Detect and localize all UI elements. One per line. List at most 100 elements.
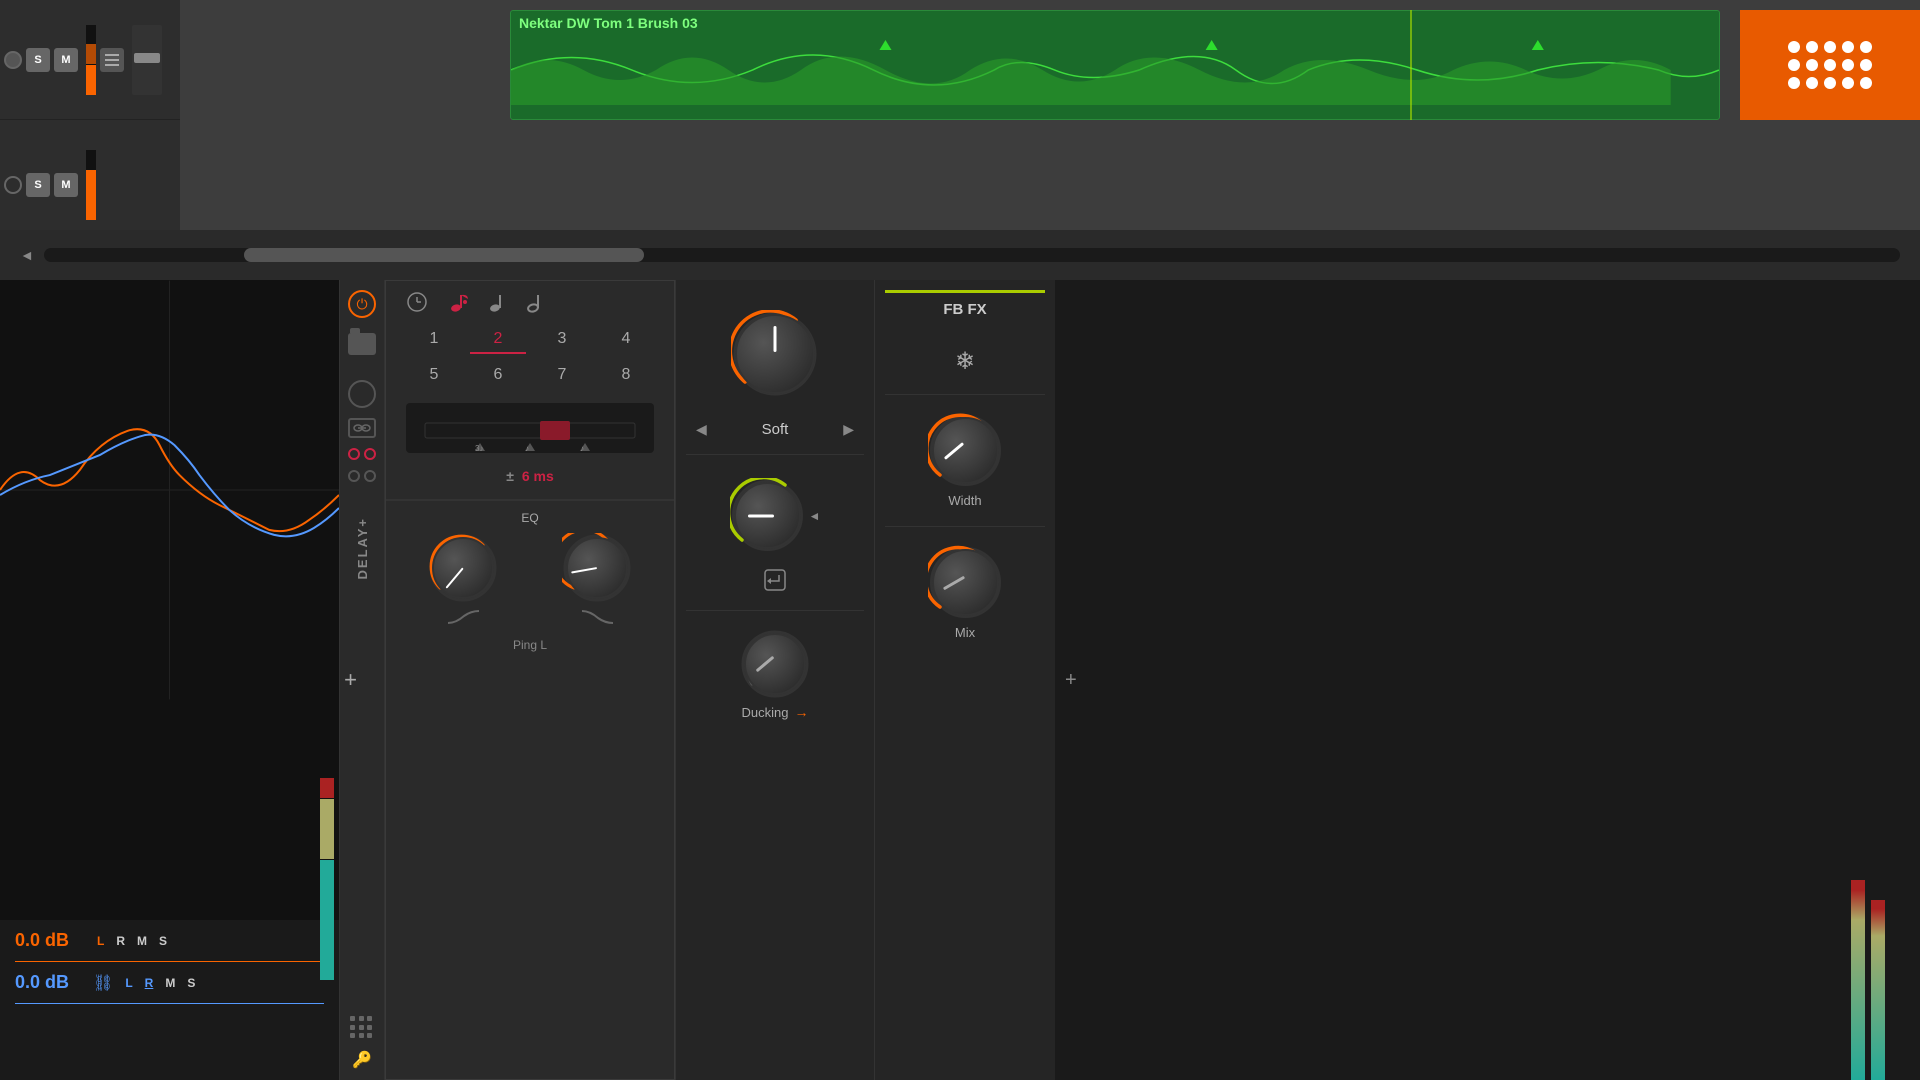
green-knob-section: ◄ [686,463,864,568]
num-btn-5[interactable]: 5 [406,362,462,388]
track-active-indicator [4,51,22,69]
dot [1824,77,1836,89]
ping-label: Ping L [396,638,664,652]
mute-button-2[interactable]: M [54,173,78,197]
width-knob-section: Width [885,403,1045,518]
width-knob[interactable] [932,417,999,484]
link-icon[interactable]: ⛓ [93,973,113,993]
dot [1806,59,1818,71]
right-level-meter [320,560,334,980]
scroll-left-arrow[interactable]: ◄ [20,247,34,263]
orange-s-btn[interactable]: S [155,932,171,950]
blue-channel-buttons: L R M S [121,974,199,992]
eq-knobs [396,533,664,603]
blue-meter-line: 0.0 dB ⛓ L R M S [15,972,324,993]
right-level-meter-1 [1851,280,1865,1080]
num-btn-4[interactable]: 4 [598,326,654,354]
orange-l-btn[interactable]: L [93,932,108,950]
solo-button-2[interactable]: S [26,173,50,197]
track-name: Nektar DW Tom 1 Brush 03 [511,11,1719,35]
note-quarter-icon[interactable] [488,291,506,313]
right-divider [885,394,1045,395]
note-half-icon[interactable] [526,291,544,313]
right-level-meter-2 [1871,280,1885,1080]
dot [1824,59,1836,71]
fb-fx-title: FB FX [943,301,986,318]
blue-l-btn[interactable]: L [121,974,136,992]
scroll-track[interactable] [44,248,1900,262]
orange-m-btn[interactable]: M [133,932,151,950]
middle-panel: ◀ Soft ▶ ◄ [675,280,875,1080]
orange-db-value: 0.0 dB [15,930,85,951]
plugin-area: ⏻ [340,280,1920,1080]
clock-icon[interactable] [406,291,428,313]
eq-curve-2 [580,608,615,628]
dot [1842,59,1854,71]
dual-channel-button[interactable] [348,470,376,482]
meters-section: 0.0 dB L R M S 0.0 dB ⛓ L R M S [0,920,339,1080]
dot [1788,77,1800,89]
note-icons-row [396,291,664,313]
ducking-knob-indicator [756,656,775,672]
dot [1806,41,1818,53]
green-knob-indicator [748,514,774,517]
num-btn-6[interactable]: 6 [470,362,526,388]
svg-text:3♪: 3♪ [475,444,483,453]
num-btn-1[interactable]: 1 [406,326,462,354]
key-icon[interactable]: 🔑 [352,1050,372,1070]
dot [1806,77,1818,89]
return-icon[interactable] [763,568,787,592]
num-btn-3[interactable]: 3 [534,326,590,354]
grid-icon[interactable] [350,1016,374,1040]
oscilloscope [0,280,339,700]
section-divider [686,454,864,455]
app-badge [1740,10,1920,120]
eq-knob-2[interactable] [566,537,628,599]
green-knob[interactable] [734,482,801,549]
soft-prev-arrow[interactable]: ◀ [696,421,707,438]
power-button[interactable]: ⏻ [348,290,376,318]
eq-curves [396,608,664,628]
blue-r-btn[interactable]: R [141,974,158,992]
soft-next-arrow[interactable]: ▶ [843,421,854,438]
delay-label: DELAY+ [355,517,370,579]
add-button[interactable]: + [344,667,357,693]
ducking-knob-section: Ducking → [686,619,864,730]
folder-button[interactable] [348,333,376,355]
mix-knob[interactable] [932,549,999,616]
blue-s-btn[interactable]: S [183,974,199,992]
blue-separator [15,1003,324,1004]
width-knob-indicator [943,442,963,460]
num-btn-8[interactable]: 8 [598,362,654,388]
channel-mode-button[interactable] [348,448,376,460]
num-btn-7[interactable]: 7 [534,362,590,388]
scroll-thumb[interactable] [244,248,644,262]
waveform-track-1[interactable]: Nektar DW Tom 1 Brush 03 [510,10,1720,120]
orange-separator [15,961,324,962]
blue-db-value: 0.0 dB [15,972,85,993]
delay-display: 3♪ ♪ ♪ [406,403,654,453]
track-menu-1[interactable] [100,48,124,72]
mix-knob-indicator [942,575,964,590]
mix-knob-section: Mix [885,535,1045,650]
freeze-button[interactable]: ❄ [885,337,1045,386]
main-knob[interactable] [735,314,815,394]
orange-r-btn[interactable]: R [112,932,129,950]
link-button[interactable] [348,418,376,438]
blue-m-btn[interactable]: M [161,974,179,992]
dot [1842,41,1854,53]
note-dotted-icon[interactable] [448,291,468,313]
eq-knob-1[interactable] [432,537,494,599]
mode-circle-button[interactable] [348,380,376,408]
ducking-arrow[interactable]: → [794,704,808,720]
num-btn-2[interactable]: 2 [470,326,526,354]
right-plus-button[interactable]: + [1065,669,1077,692]
ducking-label: Ducking [742,705,789,720]
mute-button-1[interactable]: M [54,48,78,72]
track-row-2: S M [0,125,180,245]
solo-button-1[interactable]: S [26,48,50,72]
green-knob-arrow[interactable]: ◄ [809,509,821,523]
mix-label: Mix [955,625,975,640]
ducking-knob[interactable] [744,633,806,695]
width-knob-container [928,413,1003,488]
